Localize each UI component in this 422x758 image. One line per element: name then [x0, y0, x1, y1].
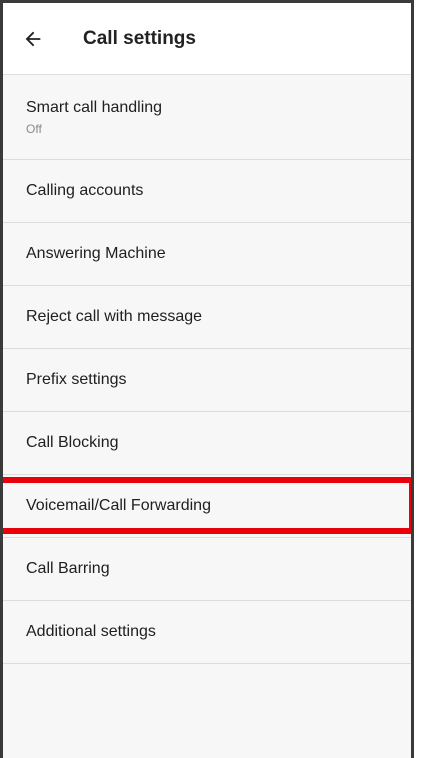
setting-label: Prefix settings — [26, 371, 127, 388]
setting-label: Call Barring — [26, 560, 110, 577]
setting-label: Reject call with message — [26, 308, 203, 325]
setting-voicemail-call-forwarding[interactable]: Voicemail/Call Forwarding — [3, 475, 411, 538]
setting-label: Additional settings — [26, 623, 156, 640]
setting-reject-call-with-message[interactable]: Reject call with message — [3, 286, 411, 349]
screen-frame: Call settings Smart call handling Off Ca… — [0, 0, 414, 758]
setting-call-blocking[interactable]: Call Blocking — [3, 412, 411, 475]
setting-label: Answering Machine — [26, 245, 166, 262]
setting-call-barring[interactable]: Call Barring — [3, 538, 411, 601]
setting-additional-settings[interactable]: Additional settings — [3, 601, 411, 664]
setting-label: Calling accounts — [26, 182, 144, 199]
setting-label: Voicemail/Call Forwarding — [26, 497, 211, 514]
settings-list: Smart call handling Off Calling accounts… — [3, 75, 411, 664]
setting-calling-accounts[interactable]: Calling accounts — [3, 160, 411, 223]
setting-smart-call-handling[interactable]: Smart call handling Off — [3, 75, 411, 160]
back-button[interactable] — [5, 3, 61, 75]
page-title: Call settings — [83, 27, 196, 49]
app-bar: Call settings — [3, 3, 411, 75]
setting-prefix-settings[interactable]: Prefix settings — [3, 349, 411, 412]
setting-label: Call Blocking — [26, 434, 119, 451]
setting-summary: Off — [26, 121, 42, 136]
arrow-left-icon — [25, 31, 41, 46]
setting-label: Smart call handling — [26, 98, 163, 116]
setting-answering-machine[interactable]: Answering Machine — [3, 223, 411, 286]
